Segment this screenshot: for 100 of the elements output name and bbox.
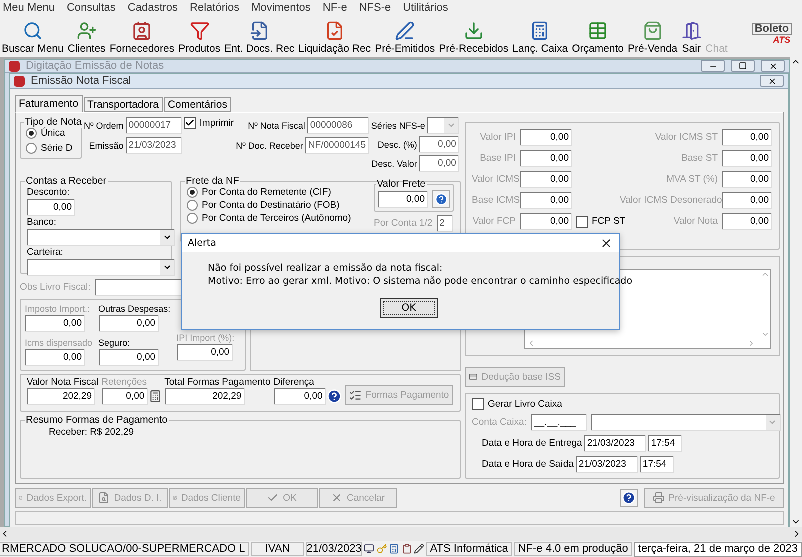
field-label: MVA ST (%) (666, 174, 718, 185)
help-button[interactable] (620, 489, 638, 507)
text-field[interactable]: 0,00 (419, 136, 460, 153)
radio-button[interactable] (187, 187, 198, 198)
text-field[interactable]: 0,00 (722, 129, 772, 146)
menu-item[interactable]: Meu Menu (3, 2, 55, 14)
card-icon (469, 371, 478, 383)
text-field[interactable]: 0,00 (520, 129, 572, 146)
close-icon[interactable] (600, 236, 613, 250)
tab[interactable]: Faturamento (15, 95, 83, 112)
monitor-icon[interactable] (364, 543, 375, 555)
text-field[interactable]: 0,00 (722, 171, 772, 188)
radio-button[interactable] (187, 213, 198, 224)
status-user: IVAN (251, 542, 304, 556)
date-field[interactable]: 21/03/2023 (584, 435, 646, 452)
toolbar-button[interactable]: Pré-Emitidos (373, 21, 438, 55)
toolbar-button[interactable]: Fornecedores (108, 21, 177, 55)
field-label: Diferença (274, 377, 314, 388)
door-icon (682, 21, 702, 41)
status-mode: NF-e 4.0 em produção (514, 542, 632, 556)
toolbar-button[interactable]: Produtos (176, 21, 223, 55)
user-plus-icon (76, 21, 97, 41)
menu-item[interactable]: NFS-e (359, 2, 392, 14)
menu-item[interactable]: Cadastros (128, 2, 178, 14)
menu-item[interactable]: NF-e (322, 2, 348, 14)
text-field[interactable]: 202,29 (27, 388, 95, 405)
field-label: Valor IPI (479, 132, 516, 143)
dropdown[interactable] (27, 259, 175, 276)
text-field[interactable]: 0,00 (274, 388, 326, 405)
clipboard-icon[interactable] (402, 543, 412, 555)
window-title: Emissão Nota Fiscal (31, 75, 132, 87)
radio-button[interactable] (187, 200, 198, 211)
toolbar-button[interactable]: Sair (680, 21, 704, 55)
toolbar-button[interactable]: Pré-Recebidos (437, 21, 511, 55)
checkbox[interactable] (472, 398, 484, 410)
text-field[interactable]: 202,29 (164, 388, 245, 405)
toolbar-button[interactable]: Liquidação Rec (296, 21, 374, 55)
date-field[interactable]: 21/03/2023 (576, 456, 638, 473)
time-field[interactable]: 17:54 (648, 435, 682, 452)
toolbar-button[interactable]: Pré-Venda (626, 21, 680, 55)
text-field[interactable]: 0,00 (27, 199, 75, 216)
menu-item[interactable]: Consultas (66, 2, 116, 14)
ok-button[interactable]: OK (380, 298, 438, 318)
text-field[interactable]: 0,00 (520, 171, 572, 188)
tab[interactable]: Transportadora (84, 97, 163, 112)
text-field[interactable]: 0,00 (98, 349, 159, 366)
text-field[interactable]: NF/00000145 (305, 137, 370, 154)
calculator-icon (530, 21, 550, 41)
status-clock: terça-feira, 21 de março de 2023 (634, 542, 802, 556)
table-icon (588, 21, 608, 41)
toolbar-button[interactable]: Buscar Menu (0, 21, 66, 55)
checkbox[interactable] (184, 117, 196, 129)
pencil-icon[interactable] (414, 543, 424, 555)
text-field[interactable]: 2 (436, 215, 453, 232)
radio-button[interactable] (26, 143, 37, 154)
text-field[interactable]: 0,00 (722, 150, 772, 167)
close-button[interactable] (761, 60, 785, 72)
calculator-icon (148, 390, 162, 403)
logo-subtext: ATS (773, 35, 791, 45)
dropdown[interactable] (590, 414, 781, 431)
field-label: Desc. (%) (378, 140, 418, 150)
close-icon (768, 76, 776, 86)
field-label: Outras Despesas: (98, 304, 171, 314)
toolbar-button[interactable]: Clientes (66, 21, 108, 55)
text-field[interactable]: 00000086 (307, 117, 370, 134)
radio-button[interactable] (26, 128, 37, 139)
tab[interactable]: Comentários (164, 97, 232, 112)
close-button[interactable] (760, 75, 784, 87)
field-label: Imposto Import.: (25, 304, 90, 314)
text-field[interactable]: 0,00 (722, 192, 772, 209)
toolbar-button[interactable]: Lanç. Caixa (510, 21, 570, 55)
toolbar-button[interactable]: Orçamento (570, 21, 626, 55)
dropdown[interactable] (27, 229, 175, 246)
text-field[interactable]: __.__.___ (530, 414, 587, 431)
text-field[interactable]: 0,00 (722, 213, 772, 230)
funnel-icon (190, 21, 210, 41)
field-label: Carteira: (27, 247, 64, 258)
text-field[interactable]: 0,00 (520, 192, 572, 209)
text-field[interactable]: 0,00 (419, 155, 460, 172)
dropdown[interactable] (427, 117, 460, 134)
maximize-button[interactable] (731, 60, 755, 72)
checkbox[interactable] (576, 216, 588, 228)
toolbar-button[interactable]: Ent. Docs. Rec (222, 21, 297, 55)
calculator-icon[interactable] (389, 543, 400, 555)
text-field[interactable]: 00000017 (126, 117, 182, 134)
menu-item[interactable]: Utilitários (403, 2, 448, 14)
minimize-button[interactable] (701, 60, 725, 72)
text-field[interactable]: 0,00 (378, 190, 428, 208)
time-field[interactable]: 17:54 (640, 456, 674, 473)
search-icon (22, 21, 43, 41)
text-field[interactable]: 0,00 (520, 213, 572, 230)
field-label: Retenções (102, 377, 148, 388)
help-button[interactable] (432, 190, 450, 208)
text-field[interactable]: 21/03/2023 (126, 137, 182, 154)
menu-item[interactable]: Relatórios (190, 2, 240, 14)
status-company: RMERCADO SOLUCAO/00-SUPERMERCADO L (0, 542, 250, 556)
text-field[interactable]: 0,00 (520, 150, 572, 167)
menu-item[interactable]: Movimentos (252, 2, 311, 14)
field-label: Por Conta 1/2 (374, 218, 433, 229)
text-field[interactable]: 0,00 (98, 315, 159, 332)
